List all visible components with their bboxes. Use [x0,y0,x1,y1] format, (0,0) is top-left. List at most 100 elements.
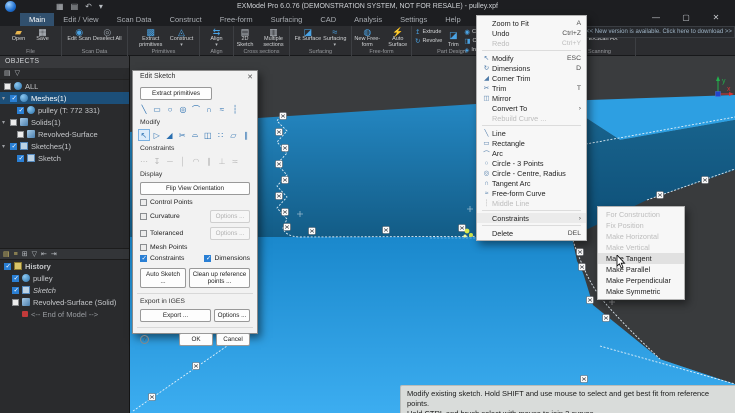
close-button[interactable]: ✕ [701,11,731,25]
menu-item-delete[interactable]: DeleteDEL [477,228,586,238]
menu-item-arc[interactable]: ⌒Arc [477,148,586,158]
fit-surface-button[interactable]: ◪Fit Surface [295,27,322,49]
multiple-sections-button[interactable]: ▥Multiple sections [258,27,289,49]
constraint-badge[interactable] [284,224,291,231]
tree-item-solids[interactable]: ▾ Solids(1) [0,116,129,128]
tab-edit-view[interactable]: Edit / View [54,13,107,26]
open-button[interactable]: ▰Open [8,27,30,49]
checkbox[interactable] [17,131,24,138]
tree-item-pulley[interactable]: pulley (T: 772 331) [0,104,129,116]
menu-item-line[interactable]: ╲Line [477,128,586,138]
constraint-badge[interactable] [276,161,283,168]
compact-list-icon[interactable]: ≡ [14,250,18,259]
tree-item-sketch[interactable]: Sketch [0,152,129,164]
checkbox[interactable] [12,275,19,282]
extract-primitives-button[interactable]: Extract primitives [140,87,212,100]
list-icon[interactable]: ▤ [4,69,11,78]
extend-tool[interactable]: ▷ [151,129,163,141]
checkbox[interactable] [140,244,147,251]
constraint-badge[interactable] [276,129,283,136]
menu-item-circle-centre-radius[interactable]: ◎Circle - Centre, Radius [477,168,586,178]
submenu-item-fix-position[interactable]: Fix Position [598,220,684,231]
parallel-tool[interactable]: ∥ [240,129,252,141]
tab-help[interactable]: Help [436,13,469,26]
trim-button[interactable]: ◪Trim [445,28,461,49]
history-root[interactable]: History [0,260,129,272]
minimize-button[interactable]: — [641,11,671,25]
constraint-badge[interactable] [309,228,316,235]
menu-item-dimensions[interactable]: ↻DimensionsD [477,63,586,73]
rectangle-tool[interactable]: ▭ [151,103,163,115]
update-notification[interactable]: << New version is available. Click here … [583,26,735,38]
checkbox[interactable] [140,213,147,220]
undo-icon[interactable]: ↶ [85,1,92,12]
chevron-down-icon[interactable]: ▾ [0,95,7,102]
filter-icon[interactable]: ▽ [32,250,37,259]
cancel-button[interactable]: Cancel [216,333,250,346]
deselect-all-button[interactable]: ◎Deselect All [93,27,122,49]
constraint-badge[interactable] [579,264,586,271]
menu-item-mirror[interactable]: ◫Mirror [477,93,586,103]
checkbox[interactable] [10,143,17,150]
checkbox[interactable] [140,230,147,237]
submenu-item-make-symmetric[interactable]: Make Symmetric [598,286,684,297]
flip-view-orientation-button[interactable]: Flip View Orientation [140,182,250,195]
free-form-curve-tool[interactable]: ≈ [216,103,228,115]
new-free-form-button[interactable]: ◍New Free-form [352,27,383,49]
clean-up-reference-points-button[interactable]: Clean up reference points ... [189,268,250,288]
menu-item-undo[interactable]: UndoCtrl+Z [477,28,586,38]
help-icon[interactable]: ? [140,335,149,344]
constraint-badge[interactable] [282,209,289,216]
tree-item-sketches[interactable]: ▾ Sketches(1) [0,140,129,152]
constraint-badge[interactable] [577,249,584,256]
edit-scan-button[interactable]: ◉Edit Scan [67,27,91,49]
tab-surfacing[interactable]: Surfacing [262,13,312,26]
circle-3-points-tool[interactable]: ○ [164,103,176,115]
submenu-item-for-construction[interactable]: For Construction [598,209,684,220]
submenu-item-make-perpendicular[interactable]: Make Perpendicular [598,275,684,286]
constraint-badge[interactable] [149,394,156,401]
tree-item-all[interactable]: ALL [0,80,129,92]
constraint-badge[interactable] [581,376,588,383]
checkbox[interactable] [12,299,19,306]
tree-item-revolved-surface[interactable]: Revolved-Surface [0,128,129,140]
history-item-pulley[interactable]: pulley [0,272,129,284]
menu-item-rebuild-curve[interactable]: Rebuild Curve ... [477,113,586,123]
tab-cad[interactable]: CAD [311,13,345,26]
open-icon[interactable]: ▤ [71,1,79,12]
jump-end-icon[interactable]: ⇥ [51,250,57,259]
constraint-badge[interactable] [193,363,200,370]
menu-item-constraints[interactable]: Constraints› [477,213,586,223]
checkbox[interactable] [12,287,19,294]
menu-item-tangent-arc[interactable]: ∩Tangent Arc [477,178,586,188]
checkbox[interactable] [140,199,147,206]
pattern-tool[interactable]: ∷ [215,129,227,141]
constraint-badge[interactable] [702,177,709,184]
split-tool[interactable]: ⌓ [189,129,201,141]
offset-tool[interactable]: ▱ [227,129,239,141]
submenu-item-make-horizontal[interactable]: Make Horizontal [598,231,684,242]
tab-free-form[interactable]: Free-form [211,13,262,26]
line-tool[interactable]: ╲ [138,103,150,115]
make-horizontal-tool[interactable]: ─ [164,155,176,167]
menu-item-redo[interactable]: RedoCtrl+Y [477,38,586,48]
menu-item-zoom-to-fit[interactable]: Zoom to FitA [477,18,586,28]
arc-tool[interactable]: ⌒ [190,103,202,115]
curvature-options-button[interactable]: Options ... [210,210,250,223]
menu-item-modify[interactable]: ↖ModifyESC [477,53,586,63]
auto-sketch-button[interactable]: Auto Sketch ... [140,268,186,288]
expand-all-icon[interactable]: ⊞ [22,250,28,259]
surfacing-button[interactable]: ≈Surfacing▾ [323,27,346,49]
mirror-tool[interactable]: ◫ [202,129,214,141]
save-button[interactable]: ▦Save [32,27,54,49]
tab-construct[interactable]: Construct [161,13,211,26]
menu-item-free-form-curve[interactable]: ≈Free-form Curve [477,188,586,198]
export-options-button[interactable]: Options ... [214,309,250,322]
tab-scan-data[interactable]: Scan Data [108,13,161,26]
save-icon[interactable]: ▦ [56,1,64,12]
constraint-badge[interactable] [282,145,289,152]
circle-centre-radius-tool[interactable]: ◎ [177,103,189,115]
make-tangent-tool[interactable]: ◠ [190,155,202,167]
tree-item-meshes[interactable]: ▾ Meshes(1) [0,92,129,104]
history-item-end-of-model[interactable]: <-- End of Model --> [0,308,129,320]
